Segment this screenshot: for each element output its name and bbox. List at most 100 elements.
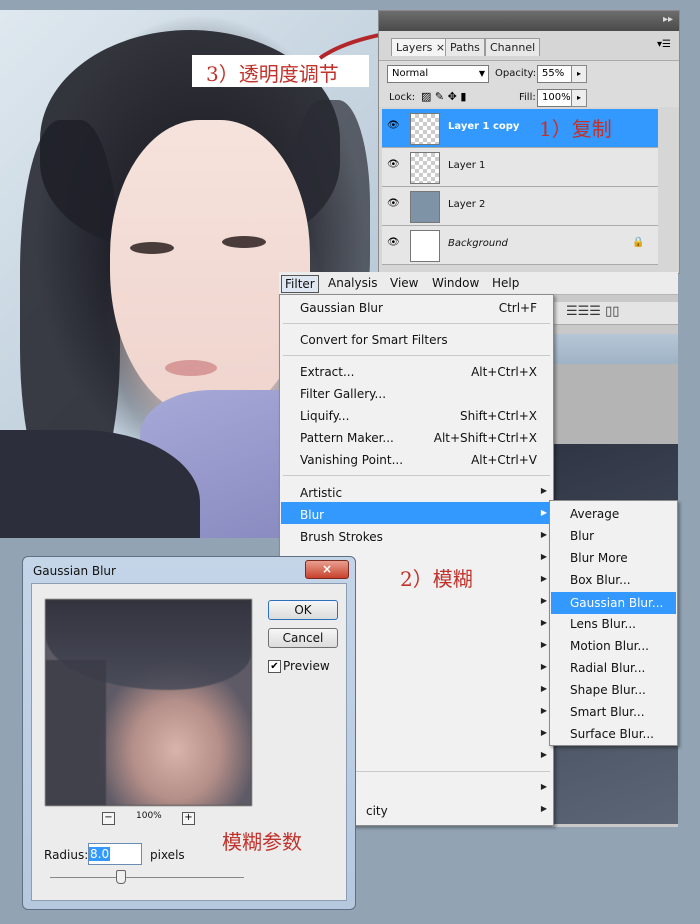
ok-button[interactable]: OK	[268, 600, 338, 620]
tab-layers[interactable]: Layers ×	[391, 38, 451, 56]
submenu-item-motion-blur[interactable]: Motion Blur...	[570, 636, 649, 656]
radius-label: Radius:	[44, 848, 89, 862]
close-button[interactable]: ×	[305, 560, 349, 579]
annotation-duplicate: 1）复制	[539, 117, 612, 141]
menu-view[interactable]: View	[387, 275, 421, 291]
layer-row-2[interactable]: 👁 Layer 1	[382, 148, 658, 187]
submenu-item-blur-more[interactable]: Blur More	[570, 548, 628, 568]
menu-item-blur[interactable]: Blur	[300, 505, 324, 525]
submenu-arrow-icon: ▶	[540, 782, 547, 791]
eye-left	[130, 242, 174, 254]
menu-item-pattern-maker[interactable]: Pattern Maker...	[300, 428, 394, 448]
align-icons: ☰☰☰ ▯▯	[566, 304, 620, 319]
submenu-item-blur[interactable]: Blur	[570, 526, 594, 546]
layer-thumbnail	[410, 230, 440, 262]
submenu-item-shape-blur[interactable]: Shape Blur...	[570, 680, 646, 700]
gaussian-blur-dialog: Gaussian Blur × OK Cancel ✔ Preview − 10…	[22, 556, 356, 910]
menu-item-partial[interactable]: city	[366, 801, 388, 821]
blend-row: Normal ▼ Opacity: 55% ▸	[379, 60, 679, 88]
menu-item-vanishing-point[interactable]: Vanishing Point...	[300, 450, 403, 470]
fill-slider-button[interactable]: ▸	[571, 89, 587, 107]
menu-analysis[interactable]: Analysis	[325, 275, 380, 291]
menu-item-liquify[interactable]: Liquify...	[300, 406, 349, 426]
submenu-arrow-icon: ▶	[540, 552, 547, 561]
submenu-arrow-icon: ▶	[540, 662, 547, 671]
menu-shortcut: Alt+Shift+Ctrl+X	[433, 431, 537, 445]
opacity-input[interactable]: 55%	[537, 65, 573, 83]
preview-image[interactable]	[45, 599, 252, 806]
collapse-icon[interactable]: ▸▸	[663, 14, 673, 25]
submenu-arrow-icon: ▶	[540, 640, 547, 649]
layers-panel: ▸▸ Layers × Paths Channel ▾☰ Normal ▼ Op…	[378, 10, 680, 274]
layer-name: Layer 1	[448, 160, 486, 171]
chevron-down-icon: ▼	[478, 69, 485, 78]
lock-label: Lock:	[389, 92, 416, 103]
blend-mode-select[interactable]: Normal ▼	[387, 65, 489, 83]
menubar: Filter Analysis View Window Help	[279, 272, 678, 295]
cancel-button[interactable]: Cancel	[268, 628, 338, 648]
preview-label: Preview	[283, 659, 330, 673]
fill-input[interactable]: 100%	[537, 89, 573, 107]
menu-separator	[283, 475, 550, 476]
menu-item-filter-gallery[interactable]: Filter Gallery...	[300, 384, 386, 404]
layer-name: Layer 1 copy	[448, 121, 520, 132]
eye-icon[interactable]: 👁	[387, 238, 401, 248]
lock-icons[interactable]: ▨ ✎ ✥ ▮	[421, 90, 466, 103]
menu-item-brush-strokes[interactable]: Brush Strokes	[300, 527, 383, 547]
submenu-arrow-icon: ▶	[540, 706, 547, 715]
dialog-title: Gaussian Blur	[33, 564, 116, 578]
tab-close-icon[interactable]: ×	[436, 41, 445, 54]
submenu-item-box-blur[interactable]: Box Blur...	[570, 570, 631, 590]
menu-window[interactable]: Window	[429, 275, 482, 291]
submenu-item-average[interactable]: Average	[570, 504, 619, 524]
zoom-level: 100%	[136, 811, 162, 821]
submenu-item-smart-blur[interactable]: Smart Blur...	[570, 702, 645, 722]
radius-slider-track[interactable]	[50, 877, 244, 878]
submenu-item-lens-blur[interactable]: Lens Blur...	[570, 614, 636, 634]
menu-item-last-filter[interactable]: Gaussian Blur	[300, 298, 383, 318]
eye-icon[interactable]: 👁	[387, 160, 401, 170]
lock-icon: 🔒	[632, 237, 645, 248]
preview-checkbox[interactable]: ✔	[268, 660, 281, 673]
menu-item-convert[interactable]: Convert for Smart Filters	[300, 330, 448, 350]
menu-filter[interactable]: Filter	[281, 275, 319, 293]
radius-input[interactable]: 8.0	[88, 843, 142, 865]
panel-titlebar[interactable]: ▸▸	[379, 11, 679, 31]
panel-menu-icon[interactable]: ▾☰	[657, 39, 671, 50]
layer-row-3[interactable]: 👁 Layer 2	[382, 187, 658, 226]
submenu-item-radial-blur[interactable]: Radial Blur...	[570, 658, 645, 678]
submenu-item-gaussian-blur[interactable]: Gaussian Blur...	[570, 593, 663, 613]
layer-row-4[interactable]: 👁 Background 🔒	[382, 226, 658, 265]
submenu-arrow-icon: ▶	[540, 508, 547, 517]
menu-item-extract[interactable]: Extract...	[300, 362, 354, 382]
zoom-in-button[interactable]: +	[182, 812, 195, 825]
submenu-item-surface-blur[interactable]: Surface Blur...	[570, 724, 654, 744]
menu-help[interactable]: Help	[489, 275, 522, 291]
eye-icon[interactable]: 👁	[387, 199, 401, 209]
submenu-arrow-icon: ▶	[540, 486, 547, 495]
menu-shortcut: Shift+Ctrl+X	[460, 409, 537, 423]
tab-paths[interactable]: Paths	[445, 38, 485, 56]
opacity-slider-button[interactable]: ▸	[571, 65, 587, 83]
menu-shortcut: Ctrl+F	[498, 301, 537, 315]
layer-row-1[interactable]: 👁 Layer 1 copy	[382, 109, 658, 148]
eye-icon[interactable]: 👁	[387, 121, 401, 131]
radius-unit: pixels	[150, 848, 185, 862]
menu-separator	[283, 355, 550, 356]
menu-shortcut: Alt+Ctrl+X	[471, 365, 537, 379]
blur-submenu: Average Blur Blur More Box Blur... Gauss…	[549, 500, 678, 746]
zoom-out-button[interactable]: −	[102, 812, 115, 825]
annotation-blur-params: 模糊参数	[222, 830, 302, 854]
submenu-arrow-icon: ▶	[540, 684, 547, 693]
layer-name: Layer 2	[448, 199, 486, 210]
menu-separator	[283, 323, 550, 324]
radius-slider-thumb[interactable]	[115, 870, 126, 884]
opacity-label: Opacity:	[495, 68, 537, 79]
dialog-body: OK Cancel ✔ Preview − 100% + 模糊参数 Radius…	[31, 583, 347, 901]
layer-thumbnail	[410, 113, 440, 145]
submenu-arrow-icon: ▶	[540, 574, 547, 583]
menu-item-artistic[interactable]: Artistic	[300, 483, 342, 503]
submenu-arrow-icon: ▶	[540, 750, 547, 759]
layer-thumbnail	[410, 152, 440, 184]
tab-channels[interactable]: Channel	[485, 38, 541, 56]
